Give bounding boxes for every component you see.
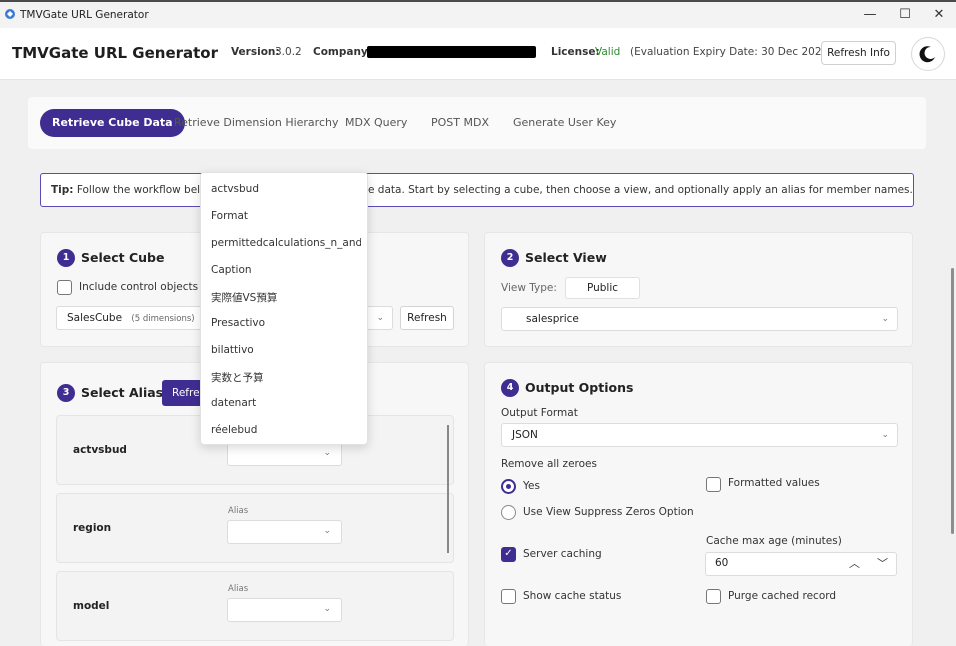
dimension-name: region	[73, 522, 112, 534]
dropdown-option[interactable]: réelebud	[211, 424, 361, 436]
remove-zeroes-yes-label: Yes	[523, 480, 540, 492]
remove-zeroes-yes-radio[interactable]	[501, 479, 516, 494]
chevron-down-icon[interactable]: ﹀	[877, 555, 888, 571]
tip-text-start: Follow the workflow below	[76, 184, 216, 196]
include-control-objects-label: Include control objects (sy	[79, 281, 218, 293]
dropdown-option[interactable]: datenart	[211, 397, 361, 409]
chevron-up-icon[interactable]: ︿	[849, 555, 860, 571]
chevron-down-icon: ⌄	[376, 313, 384, 323]
page-scrollbar[interactable]	[951, 268, 954, 534]
select-view-title: Select View	[525, 250, 607, 265]
server-caching-checkbox[interactable]: ✓	[501, 547, 516, 562]
dropdown-option[interactable]: bilattivo	[211, 344, 361, 356]
alias-row-region: region Alias ⌄	[56, 493, 454, 563]
output-format-label: Output Format	[501, 407, 578, 419]
tab-post-mdx[interactable]: POST MDX	[431, 109, 489, 137]
step-badge: 4	[501, 379, 519, 397]
step-badge: 3	[57, 384, 75, 402]
chevron-down-icon: ⌄	[881, 430, 889, 440]
output-format-value: JSON	[512, 429, 538, 441]
dropdown-option[interactable]: Format	[211, 210, 361, 222]
chevron-down-icon: ⌄	[323, 604, 331, 614]
chevron-down-icon: ⌄	[323, 448, 331, 458]
tab-generate-user-key[interactable]: Generate User Key	[513, 109, 616, 137]
formatted-values-checkbox[interactable]	[706, 477, 721, 492]
show-cache-status-label: Show cache status	[523, 590, 622, 602]
cube-select-value: SalesCube	[67, 312, 123, 324]
minimize-button[interactable]: —	[860, 6, 880, 24]
purge-cached-record-checkbox[interactable]	[706, 589, 721, 604]
output-format-select[interactable]: JSON ⌄	[501, 423, 898, 447]
tab-bar: Retrieve Cube Data Retrieve Dimension Hi…	[28, 97, 926, 149]
output-options-panel: 4 Output Options Output Format JSON ⌄ Re…	[484, 362, 913, 646]
app-icon	[5, 9, 15, 19]
alias-select[interactable]: ⌄	[227, 598, 342, 622]
brand-title: TMVGate URL Generator	[12, 44, 219, 62]
dimension-name: model	[73, 600, 110, 612]
dropdown-option[interactable]: actvsbud	[211, 183, 361, 195]
version-label: Version:	[231, 46, 280, 58]
dropdown-option[interactable]: Caption	[211, 264, 361, 276]
refresh-cubes-button[interactable]: Refresh	[400, 306, 454, 330]
server-caching-label: Server caching	[523, 548, 602, 560]
alias-label: Alias	[228, 584, 249, 594]
cache-max-age-input[interactable]: 60 ︿ ﹀	[705, 552, 897, 576]
window-title: TMVGate URL Generator	[20, 9, 149, 21]
window-titlebar: TMVGate URL Generator — ☐ ✕	[0, 0, 956, 28]
tip-banner: Tip: Follow the workflow below e data. S…	[40, 173, 914, 207]
chevron-down-icon: ⌄	[881, 314, 889, 324]
alias-select[interactable]: ⌄	[227, 442, 342, 466]
company-value-redacted	[367, 46, 536, 58]
tab-retrieve-dimension-hierarchy[interactable]: Retrieve Dimension Hierarchy	[174, 109, 338, 137]
tab-retrieve-cube-data[interactable]: Retrieve Cube Data	[40, 109, 185, 137]
view-select-value: salesprice	[526, 313, 579, 325]
formatted-values-label: Formatted values	[728, 477, 820, 489]
app-header: TMVGate URL Generator Version: 3.0.2 Com…	[0, 28, 956, 80]
moon-icon	[919, 46, 935, 63]
alias-label: Alias	[228, 506, 249, 516]
close-button[interactable]: ✕	[929, 6, 949, 24]
license-detail: (Evaluation Expiry Date: 30 Dec 2025)	[630, 46, 833, 58]
theme-toggle-button[interactable]	[911, 37, 945, 71]
cube-dimension-count: (5 dimensions)	[131, 314, 195, 324]
dropdown-option[interactable]: permittedcalculations_n_and_c	[211, 237, 361, 249]
cache-max-age-value: 60	[715, 557, 729, 569]
view-select[interactable]: salesprice ⌄	[501, 307, 898, 331]
tip-label: Tip:	[51, 184, 74, 196]
use-view-suppress-zeros-radio[interactable]	[501, 505, 516, 520]
version-value: 3.0.2	[275, 46, 302, 58]
refresh-info-button[interactable]: Refresh Info	[821, 41, 896, 65]
chevron-down-icon: ⌄	[323, 526, 331, 536]
purge-cached-record-label: Purge cached record	[728, 590, 837, 602]
alias-select[interactable]: ⌄	[227, 520, 342, 544]
tab-mdx-query[interactable]: MDX Query	[345, 109, 407, 137]
include-control-objects-checkbox[interactable]	[57, 280, 72, 295]
alias-dropdown-menu: actvsbud Format permittedcalculations_n_…	[200, 172, 368, 445]
alias-list-scrollbar[interactable]	[447, 425, 449, 553]
select-alias-title: Select Alias	[81, 385, 164, 400]
remove-zeroes-label: Remove all zeroes	[501, 458, 597, 470]
alias-row-model: model Alias ⌄	[56, 571, 454, 641]
use-view-suppress-zeros-label: Use View Suppress Zeros Option	[523, 506, 694, 518]
cache-max-age-label: Cache max age (minutes)	[706, 535, 842, 547]
maximize-button[interactable]: ☐	[895, 6, 915, 24]
dropdown-option[interactable]: 実際値VS預算	[211, 290, 361, 305]
dropdown-option[interactable]: Presactivo	[211, 317, 361, 329]
show-cache-status-checkbox[interactable]	[501, 589, 516, 604]
step-badge: 2	[501, 249, 519, 267]
select-view-panel: 2 Select View View Type: salesprice ⌄	[484, 232, 913, 347]
view-type-label: View Type:	[501, 282, 557, 294]
tip-text-end: e data. Start by selecting a cube, then …	[368, 184, 913, 196]
output-options-title: Output Options	[525, 380, 634, 395]
view-type-public-button[interactable]: Public	[565, 277, 640, 299]
dropdown-option[interactable]: 実数と予算	[211, 370, 361, 385]
select-cube-title: Select Cube	[81, 250, 165, 265]
license-status: Valid	[595, 46, 621, 58]
dimension-name: actvsbud	[73, 444, 127, 456]
company-label: Company:	[313, 46, 372, 58]
license-label: License:	[551, 46, 600, 58]
step-badge: 1	[57, 249, 75, 267]
